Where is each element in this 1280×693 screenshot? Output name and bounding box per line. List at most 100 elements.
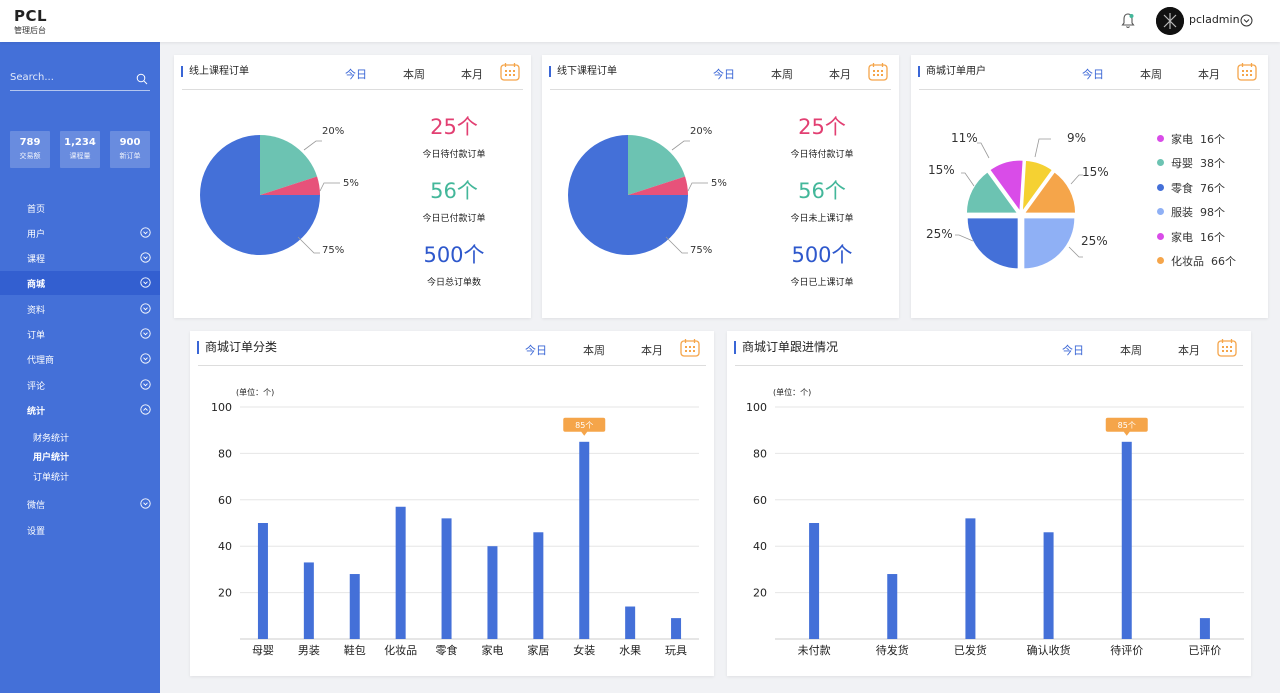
- x-tick-label: 鞋包: [344, 643, 366, 657]
- bar[interactable]: [579, 441, 590, 639]
- submenu-order-stats[interactable]: 订单统计: [33, 470, 69, 483]
- chevron-down-icon: [140, 303, 151, 314]
- x-tick-label: 家居: [527, 643, 549, 657]
- x-tick-label: 已发货: [954, 643, 987, 657]
- pending-payment-count: 25个: [798, 115, 846, 139]
- x-tick-label: 母婴: [252, 644, 274, 657]
- pie-slice[interactable]: [1023, 217, 1076, 270]
- username[interactable]: pcladmin: [1189, 13, 1240, 26]
- y-tick-label: 20: [753, 587, 767, 600]
- leader-line: [977, 142, 990, 159]
- search-input[interactable]: [10, 72, 130, 83]
- stat-label: 课程量: [69, 152, 91, 160]
- search-icon[interactable]: [136, 73, 148, 85]
- sidebar-item-mall[interactable]: 商城: [0, 271, 160, 295]
- bar[interactable]: [1121, 441, 1132, 639]
- bar-chart: (单位：个) 20 40 60 80 100 未付款 待发货 已发货 确认收货 待评价 85个已评价: [746, 387, 1244, 657]
- sidebar-item-comments[interactable]: 评论: [0, 373, 160, 397]
- bar[interactable]: [303, 562, 314, 639]
- bar[interactable]: [257, 523, 268, 639]
- x-tick-label: 男装: [298, 644, 320, 657]
- pending-payment-label: 今日待付款订单: [422, 150, 486, 160]
- sidebar-item-label: 微信: [27, 501, 46, 511]
- bar[interactable]: [671, 618, 682, 639]
- chevron-down-icon: [140, 328, 151, 339]
- pie-label: 15%: [1082, 165, 1109, 179]
- stat-value: 789: [19, 137, 41, 148]
- submenu-user-stats[interactable]: 用户统计: [33, 450, 69, 463]
- bar[interactable]: [1043, 532, 1054, 639]
- bar[interactable]: [487, 546, 498, 639]
- x-tick-label: 家电: [481, 643, 503, 657]
- avatar[interactable]: [1156, 7, 1184, 35]
- legend-value: 16个: [1200, 231, 1225, 244]
- sidebar-item-statistics[interactable]: 统计: [0, 398, 160, 422]
- pie-label: 5%: [343, 178, 359, 189]
- bar[interactable]: [625, 606, 636, 639]
- sidebar-item-label: 用户: [27, 230, 46, 240]
- sidebar-item-resources[interactable]: 资料: [0, 297, 160, 321]
- chevron-down-icon: [140, 353, 151, 364]
- pie-label: 9%: [1067, 131, 1087, 145]
- chevron-down-icon: [140, 379, 151, 390]
- y-tick-label: 80: [753, 447, 767, 460]
- bar[interactable]: [887, 574, 898, 639]
- submenu-finance-stats[interactable]: 财务统计: [33, 431, 69, 444]
- chevron-down-icon: [140, 277, 151, 288]
- legend-item: 服装 98个: [1157, 204, 1225, 220]
- chevron-up-icon: [140, 404, 151, 415]
- total-orders-label: 今日总订单数: [426, 278, 481, 288]
- bar[interactable]: [965, 518, 976, 639]
- sidebar-item-courses[interactable]: 课程: [0, 246, 160, 270]
- y-axis-unit: (单位：个): [773, 387, 811, 397]
- y-tick-label: 100: [211, 401, 232, 414]
- legend-label: 母婴: [1171, 157, 1193, 170]
- bar[interactable]: [349, 574, 360, 639]
- pie-label: 75%: [690, 245, 713, 256]
- x-tick-label: 待发货: [876, 643, 909, 657]
- leader-line: [303, 140, 322, 151]
- tooltip-text: 85个: [575, 421, 593, 430]
- bar[interactable]: [809, 523, 820, 639]
- legend-item: 化妆品 66个: [1157, 253, 1236, 269]
- panel-mall-users: 商城订单用户 今日 本周 本月 11% 9% 15% 15% 25% 25% 家…: [911, 55, 1268, 318]
- stat-value: 900: [119, 137, 141, 148]
- app-logo[interactable]: PCL: [14, 7, 47, 25]
- stat-new-orders: 900 新订单: [110, 131, 150, 168]
- pie-label: 25%: [926, 227, 953, 241]
- leader-line: [1034, 138, 1051, 158]
- bar[interactable]: [533, 532, 544, 639]
- bell-icon[interactable]: [1120, 12, 1136, 30]
- legend-item: 母婴 38个: [1157, 155, 1225, 171]
- legend-dot: [1157, 233, 1164, 240]
- sidebar-item-orders[interactable]: 订单: [0, 322, 160, 346]
- x-tick-label: 零食: [436, 643, 458, 657]
- x-tick-label: 待评价: [1110, 643, 1143, 657]
- sidebar-item-wechat[interactable]: 微信: [0, 492, 160, 516]
- sidebar-item-settings[interactable]: 设置: [0, 518, 160, 542]
- legend-label: 家电: [1171, 231, 1193, 244]
- bar[interactable]: [441, 518, 452, 639]
- legend-dot: [1157, 208, 1164, 215]
- panel-offline-orders: 线下课程订单 今日 本周 本月 20% 5% 75% 25个 今日待付款订单 5…: [542, 55, 899, 318]
- bar[interactable]: [1199, 618, 1210, 639]
- sidebar-item-users[interactable]: 用户: [0, 221, 160, 245]
- x-tick-label: 玩具: [665, 644, 687, 657]
- x-tick-label: 已评价: [1188, 644, 1221, 657]
- stat-label: 交易额: [19, 152, 41, 160]
- y-tick-label: 80: [218, 447, 232, 460]
- legend-label: 服装: [1171, 206, 1193, 219]
- sidebar-item-label: 设置: [27, 527, 46, 537]
- legend-value: 66个: [1211, 255, 1236, 268]
- chevron-down-icon[interactable]: [1240, 14, 1253, 27]
- sidebar-item-home[interactable]: 首页: [0, 196, 160, 220]
- y-tick-label: 20: [218, 587, 232, 600]
- pie-slice[interactable]: [966, 217, 1019, 270]
- y-tick-label: 60: [218, 494, 232, 507]
- bar[interactable]: [395, 506, 406, 639]
- legend-value: 76个: [1200, 182, 1225, 195]
- chevron-down-icon: [140, 227, 151, 238]
- legend-item: 家电 16个: [1157, 229, 1225, 245]
- sidebar-item-agents[interactable]: 代理商: [0, 347, 160, 371]
- legend-dot: [1157, 257, 1164, 264]
